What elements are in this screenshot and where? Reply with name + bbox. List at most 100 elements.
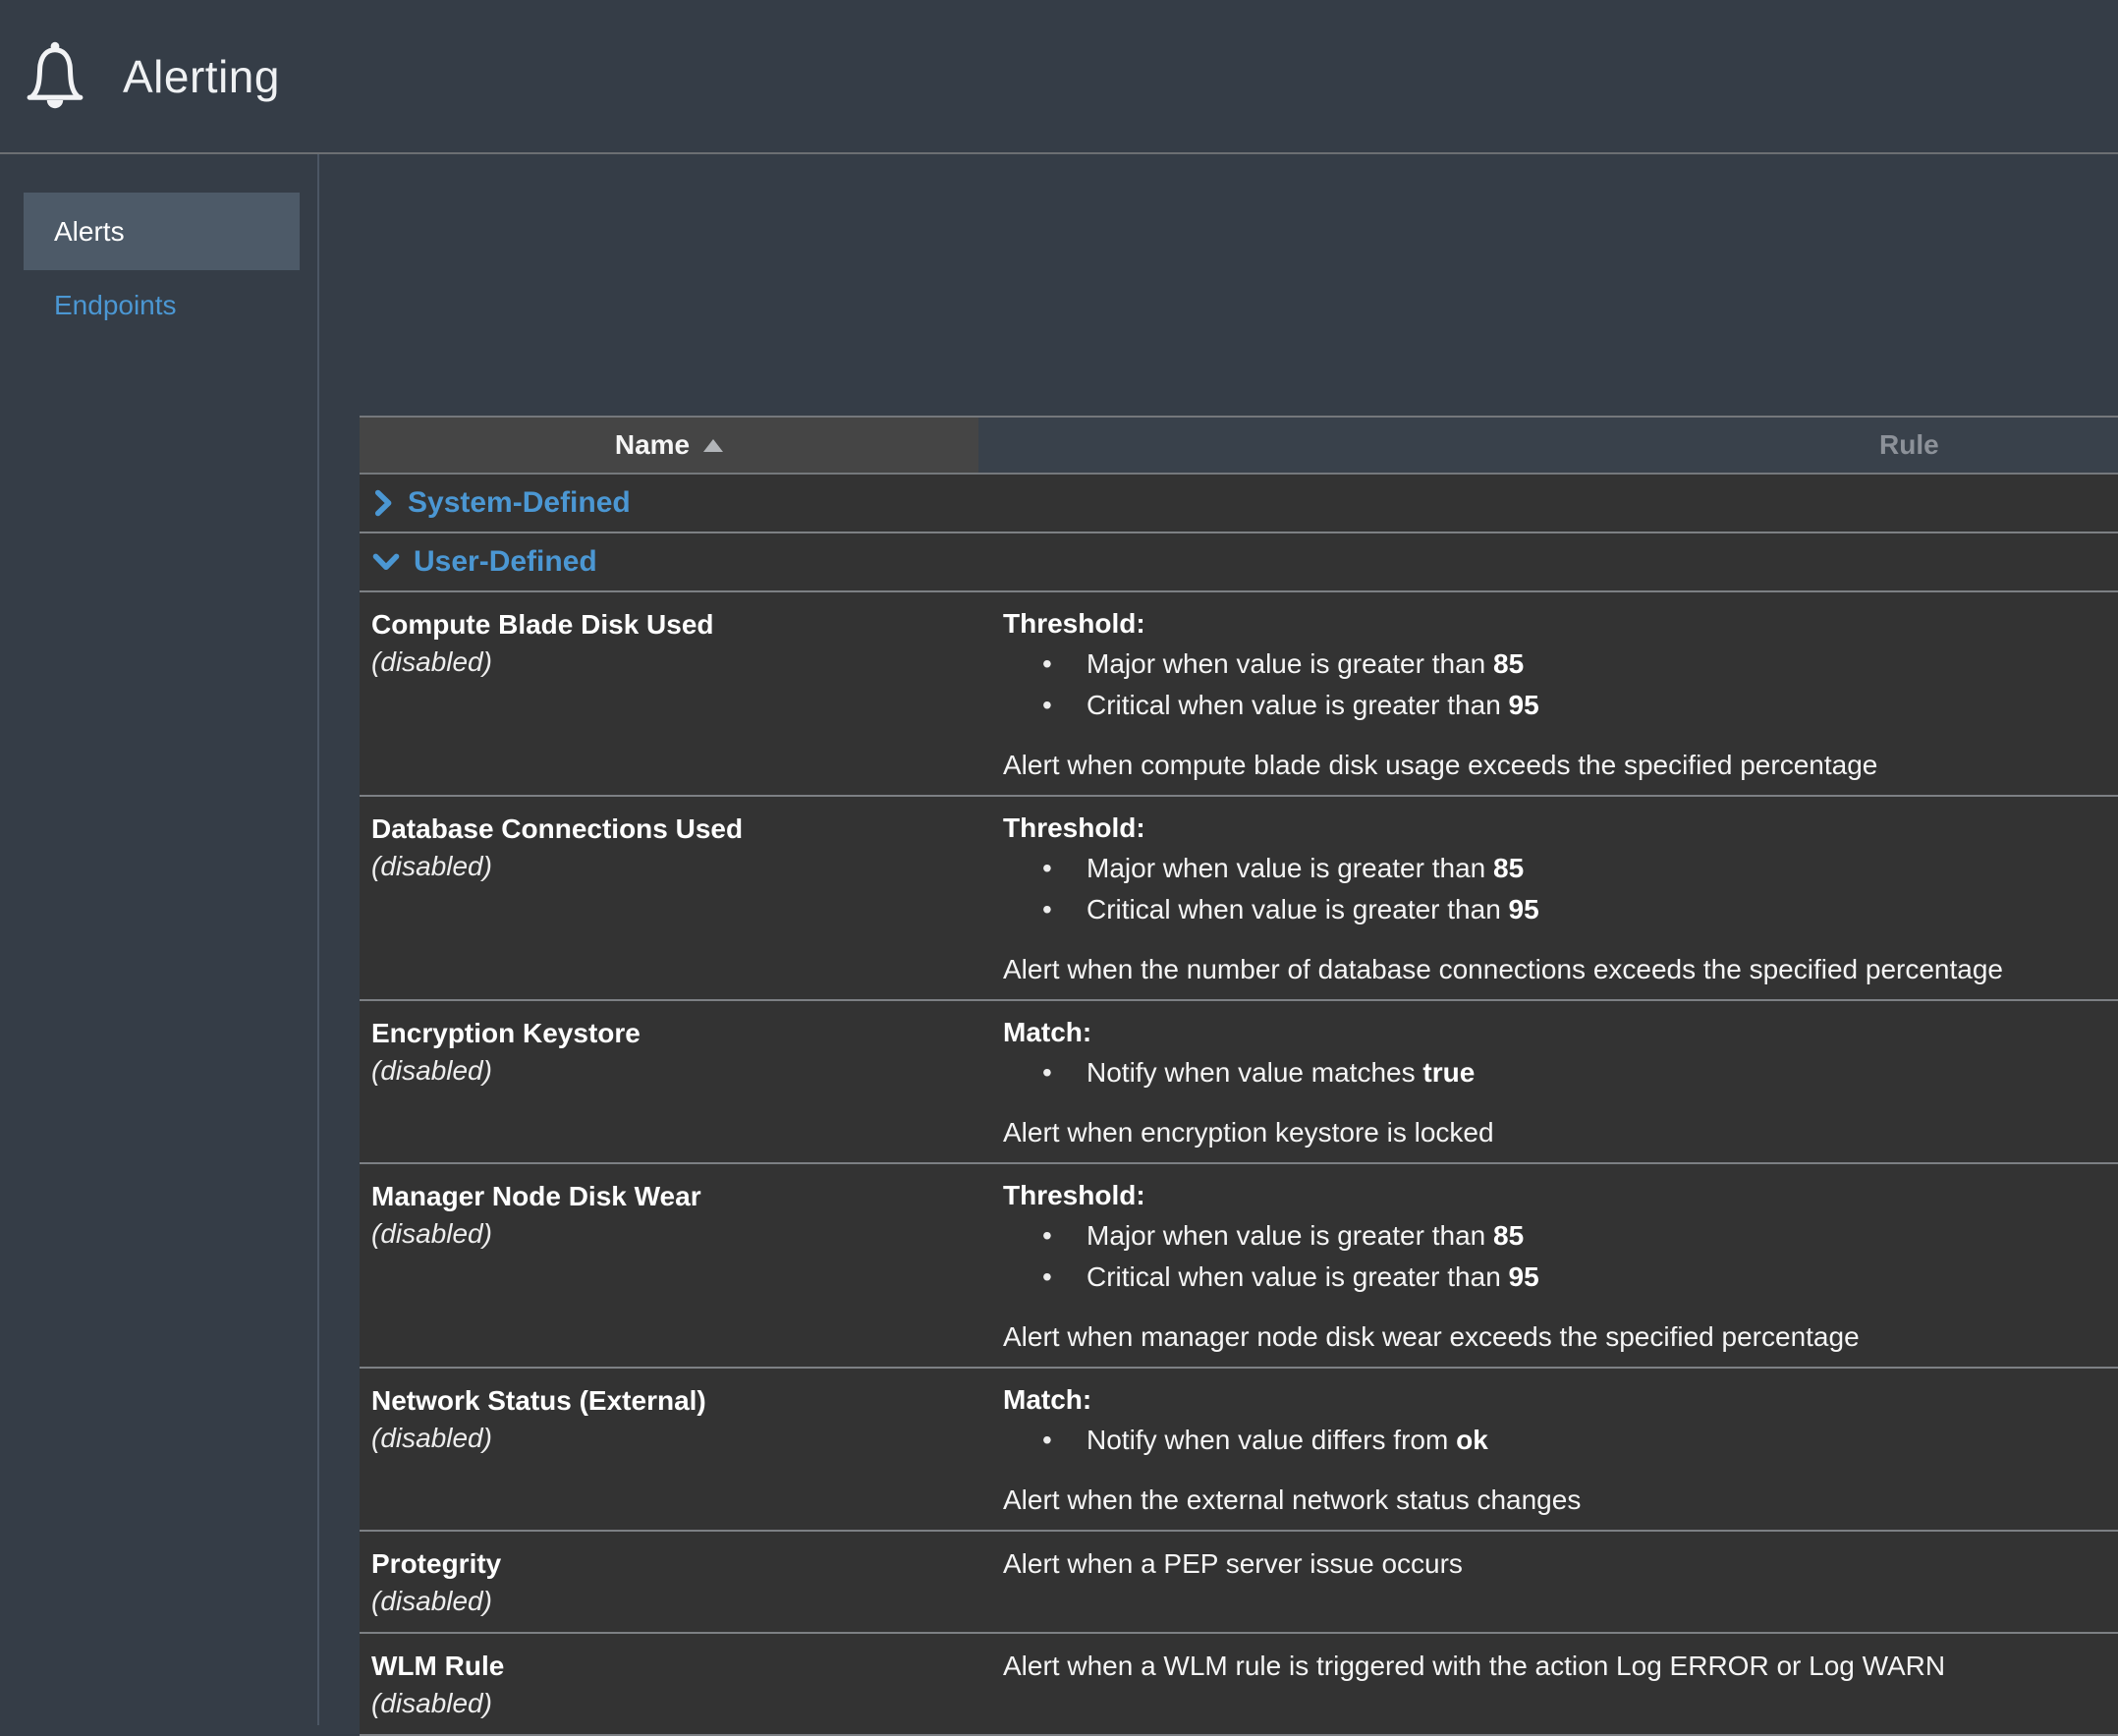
bullet-value: ok [1456, 1425, 1488, 1455]
sidebar-item-label: Alerts [54, 216, 125, 248]
sidebar-item-alerts[interactable]: Alerts [24, 193, 300, 270]
page-title: Alerting [123, 50, 280, 103]
rule-description: Alert when a WLM rule is triggered with … [1003, 1648, 2118, 1685]
column-header-rule-label: Rule [1879, 429, 1939, 461]
rule-bullet: Notify when value differs from ok [1003, 1420, 2118, 1461]
rule-bullet: Major when value is greater than 85 [1003, 1215, 2118, 1257]
bullet-value: 95 [1509, 1261, 1539, 1292]
group-row-system-defined[interactable]: System-Defined [360, 475, 2118, 533]
alert-name-cell: Manager Node Disk Wear(disabled) [360, 1178, 978, 1355]
app-header: Alerting [0, 0, 2118, 154]
alert-status: (disabled) [371, 1420, 978, 1457]
alert-row[interactable]: Compute Blade Disk Used(disabled)Thresho… [360, 592, 2118, 797]
alerts-table-header: Name Rule [360, 418, 2118, 475]
bullet-value: 85 [1493, 853, 1524, 883]
rule-bullet: Major when value is greater than 85 [1003, 644, 2118, 685]
sort-ascending-icon [703, 439, 723, 452]
alert-name: Protegrity [371, 1545, 978, 1583]
alert-rule-cell: Match:Notify when value differs from okA… [978, 1382, 2118, 1518]
alert-name-cell: WLM Rule(disabled) [360, 1648, 978, 1722]
bullet-text: Major when value is greater than [1087, 853, 1493, 883]
alert-row[interactable]: Network Status (External)(disabled) Match… [360, 1369, 2118, 1532]
bullet-text: Major when value is greater than [1087, 1220, 1493, 1251]
chevron-down-icon [372, 551, 400, 573]
alert-status: (disabled) [371, 848, 978, 885]
alert-status: (disabled) [371, 1215, 978, 1253]
rule-description: Alert when compute blade disk usage exce… [1003, 748, 2118, 783]
bullet-value: 85 [1493, 1220, 1524, 1251]
alerts-table-rows: System-Defined User-Defined Compute Blade … [360, 475, 2118, 1736]
alert-name: Compute Blade Disk Used [371, 606, 978, 644]
group-row-user-defined[interactable]: User-Defined [360, 533, 2118, 592]
alert-rule-cell: Threshold:Major when value is greater th… [978, 811, 2118, 987]
bullet-value: 85 [1493, 648, 1524, 679]
alert-rule-cell: Alert when a WLM rule is triggered with … [978, 1648, 2118, 1722]
alert-name-cell: Protegrity(disabled) [360, 1545, 978, 1620]
main-layout: Alerts Endpoints Name Rule System-Define… [0, 154, 2118, 1725]
alert-status: (disabled) [371, 1685, 978, 1722]
sidebar-item-label: Endpoints [54, 290, 177, 321]
alert-rule-cell: Match:Notify when value matches trueAler… [978, 1015, 2118, 1150]
sidebar-item-endpoints[interactable]: Endpoints [24, 270, 300, 341]
rule-heading: Threshold: [1003, 811, 2118, 846]
alert-row[interactable]: Database Connections Used(disabled)Thres… [360, 797, 2118, 1001]
rule-bullet-list: Major when value is greater than 85Criti… [1003, 644, 2118, 726]
bullet-text: Notify when value matches [1087, 1057, 1422, 1088]
group-label: System-Defined [408, 486, 631, 520]
alert-status: (disabled) [371, 1583, 978, 1620]
alert-rule-cell: Threshold:Major when value is greater th… [978, 1178, 2118, 1355]
rule-bullet-list: Notify when value differs from ok [1003, 1420, 2118, 1461]
alert-row[interactable]: WLM Rule(disabled) Alert when a WLM rule … [360, 1634, 2118, 1736]
bell-icon [25, 36, 85, 117]
bullet-value: 95 [1509, 690, 1539, 720]
rule-description: Alert when manager node disk wear exceed… [1003, 1319, 2118, 1355]
bullet-text: Major when value is greater than [1087, 648, 1493, 679]
alert-name: Database Connections Used [371, 811, 978, 848]
bullet-text: Critical when value is greater than [1087, 894, 1509, 924]
alert-row[interactable]: Protegrity(disabled) Alert when a PEP ser… [360, 1532, 2118, 1634]
rule-bullet: Major when value is greater than 85 [1003, 848, 2118, 889]
rule-bullet: Critical when value is greater than 95 [1003, 685, 2118, 726]
alert-name-cell: Compute Blade Disk Used(disabled) [360, 606, 978, 783]
bullet-text: Critical when value is greater than [1087, 690, 1509, 720]
alert-name: Manager Node Disk Wear [371, 1178, 978, 1215]
alert-row[interactable]: Manager Node Disk Wear(disabled)Threshol… [360, 1164, 2118, 1369]
bullet-text: Notify when value differs from [1087, 1425, 1456, 1455]
rule-bullet-list: Major when value is greater than 85Criti… [1003, 848, 2118, 930]
sidebar: Alerts Endpoints [0, 154, 319, 1725]
rule-bullet: Critical when value is greater than 95 [1003, 1257, 2118, 1298]
group-label: User-Defined [414, 545, 597, 579]
rule-bullet-list: Major when value is greater than 85Criti… [1003, 1215, 2118, 1298]
rule-bullet: Notify when value matches true [1003, 1052, 2118, 1093]
alert-name: WLM Rule [371, 1648, 978, 1685]
content-area: Name Rule System-Defined User-Defined Comp… [319, 154, 2118, 1725]
bullet-value: 95 [1509, 894, 1539, 924]
chevron-right-icon [372, 489, 394, 517]
column-header-name[interactable]: Name [360, 418, 978, 473]
column-header-name-label: Name [615, 429, 690, 461]
rule-description: Alert when the number of database connec… [1003, 952, 2118, 987]
rule-heading: Threshold: [1003, 606, 2118, 642]
rule-heading: Match: [1003, 1015, 2118, 1050]
rule-description: Alert when encryption keystore is locked [1003, 1115, 2118, 1150]
column-header-rule[interactable]: Rule [978, 418, 2118, 473]
rule-heading: Match: [1003, 1382, 2118, 1418]
bullet-text: Critical when value is greater than [1087, 1261, 1509, 1292]
alert-name-cell: Network Status (External)(disabled) [360, 1382, 978, 1518]
rule-heading: Threshold: [1003, 1178, 2118, 1213]
alert-name-cell: Database Connections Used(disabled) [360, 811, 978, 987]
alert-name: Network Status (External) [371, 1382, 978, 1420]
alert-row[interactable]: Encryption Keystore(disabled)Match:Notif… [360, 1001, 2118, 1164]
rule-bullet-list: Notify when value matches true [1003, 1052, 2118, 1093]
rule-description: Alert when a PEP server issue occurs [1003, 1545, 2118, 1583]
bullet-value: true [1422, 1057, 1475, 1088]
alert-status: (disabled) [371, 1052, 978, 1090]
rule-description: Alert when the external network status c… [1003, 1483, 2118, 1518]
rule-bullet: Critical when value is greater than 95 [1003, 889, 2118, 930]
alert-rule-cell: Threshold:Major when value is greater th… [978, 606, 2118, 783]
alert-status: (disabled) [371, 644, 978, 681]
alert-name: Encryption Keystore [371, 1015, 978, 1052]
alert-rule-cell: Alert when a PEP server issue occurs [978, 1545, 2118, 1620]
alerts-table: Name Rule System-Defined User-Defined Comp… [360, 416, 2118, 1736]
alert-name-cell: Encryption Keystore(disabled) [360, 1015, 978, 1150]
